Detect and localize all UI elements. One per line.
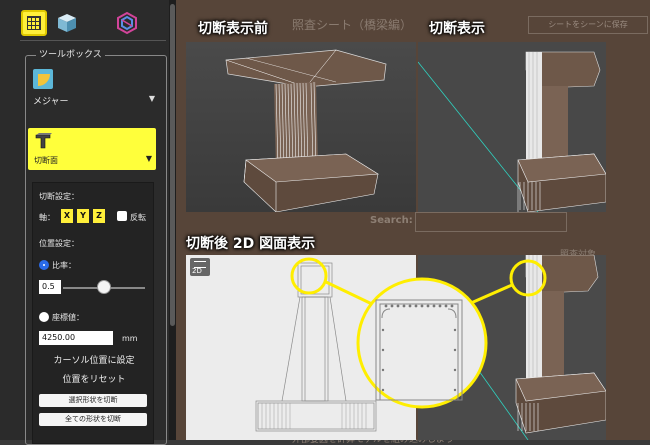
toolbox-group: ツールボックス メジャー ▼ 切断面 ▼ 切断設定： 軸： X Y Z 反転 位…: [25, 48, 167, 445]
caption-2d-view: 切断後 2D 図面表示: [186, 236, 316, 252]
connector-right: [470, 283, 513, 305]
app-window: ツールボックス メジャー ▼ 切断面 ▼ 切断設定： 軸： X Y Z 反転 位…: [0, 0, 650, 445]
cut-settings-panel: 切断設定： 軸： X Y Z 反転 位置設定： 比率： 0.5 座標値： 425…: [32, 182, 154, 444]
cut-selected-button[interactable]: 選択形状を切断: [39, 394, 147, 407]
coord-label: 座標値：: [52, 313, 84, 322]
reset-position-link[interactable]: 位置をリセット: [33, 372, 155, 385]
coord-radio[interactable]: [39, 312, 49, 322]
scrollbar-thumb[interactable]: [170, 4, 175, 326]
section-cut-label: 切断面: [34, 156, 58, 165]
ratio-slider-thumb[interactable]: [97, 280, 111, 294]
highlight-circle-right: [509, 259, 547, 297]
ratio-radio[interactable]: [39, 260, 49, 270]
section-grid-icon[interactable]: [21, 10, 47, 36]
flip-checkbox[interactable]: [117, 211, 127, 221]
axis-x-button[interactable]: X: [61, 209, 73, 223]
section-cut-icon: [35, 133, 52, 149]
cut-all-button[interactable]: 全ての形状を切断: [39, 413, 147, 426]
axis-y-button[interactable]: Y: [77, 209, 89, 223]
chevron-down-icon: ▼: [145, 154, 152, 163]
cube-icon[interactable]: [54, 10, 80, 36]
caption-before-cut: 切断表示前: [198, 21, 268, 37]
ruler-triangle-icon[interactable]: [33, 69, 53, 89]
axis-z-button[interactable]: Z: [93, 209, 105, 223]
position-settings-label: 位置設定：: [39, 239, 79, 248]
ratio-input[interactable]: 0.5: [39, 280, 61, 294]
set-cursor-position-link[interactable]: カーソル位置に設定: [33, 353, 155, 366]
left-panel-scrollbar[interactable]: [169, 0, 176, 440]
coord-input[interactable]: 4250.00: [39, 331, 113, 345]
highlight-circle-left: [290, 257, 328, 295]
toolbox-title: ツールボックス: [36, 48, 105, 62]
axis-label: 軸：: [39, 213, 55, 222]
measure-dropdown-label[interactable]: メジャー: [33, 94, 69, 107]
connector-left: [325, 280, 375, 307]
zoom-circle: [356, 277, 488, 409]
section-cut-dropdown[interactable]: 切断面 ▼: [28, 128, 156, 170]
badge-2d-icon[interactable]: 2D: [190, 258, 210, 276]
highlight-overlay: [290, 257, 547, 409]
caption-section-view: 切断表示: [429, 21, 485, 37]
ratio-label: 比率：: [52, 261, 76, 270]
badge-2d-label: 2D: [192, 267, 202, 275]
link-icon[interactable]: [114, 10, 140, 36]
left-panel: ツールボックス メジャー ▼ 切断面 ▼ 切断設定： 軸： X Y Z 反転 位…: [0, 0, 176, 445]
chevron-down-icon[interactable]: ▼: [149, 94, 155, 103]
toolbar-divider: [20, 40, 166, 41]
content-area: 照査シート（橋梁編） シートをシーンに保存 Search: 照査対象 外部要因を…: [176, 0, 650, 445]
cut-settings-label: 切断設定：: [39, 192, 79, 201]
coord-unit: mm: [122, 334, 138, 343]
flip-label: 反転: [130, 213, 146, 222]
